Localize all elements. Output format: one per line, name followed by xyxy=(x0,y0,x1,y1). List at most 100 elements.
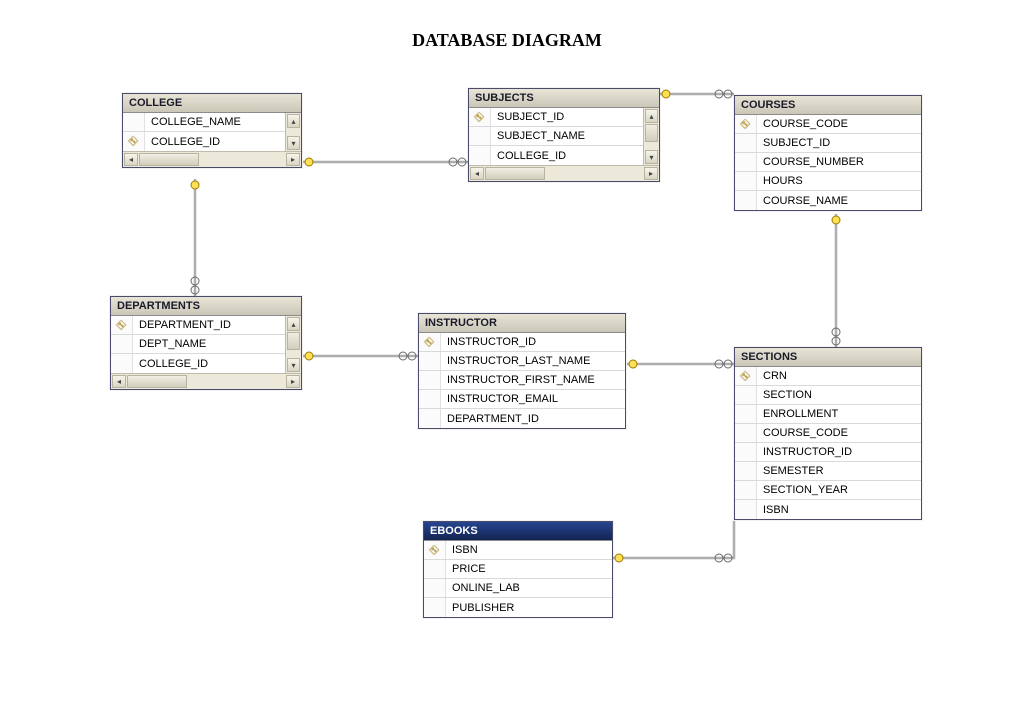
table-title-college[interactable]: COLLEGE xyxy=(123,94,301,113)
horizontal-scrollbar[interactable]: ◂ ▸ xyxy=(469,165,659,181)
column-name: SEMESTER xyxy=(757,465,830,477)
horizontal-scrollbar[interactable]: ◂ ▸ xyxy=(123,151,301,167)
scroll-thumb[interactable] xyxy=(127,375,187,388)
pk-cell xyxy=(123,113,145,131)
table-row[interactable]: ⚿COURSE_CODE xyxy=(735,115,921,134)
scroll-right-icon[interactable]: ▸ xyxy=(644,167,658,180)
column-name: SECTION xyxy=(757,389,818,401)
table-row[interactable]: COURSE_NAME xyxy=(735,191,921,210)
table-row[interactable]: SUBJECT_NAME xyxy=(469,127,643,146)
scroll-left-icon[interactable]: ◂ xyxy=(124,153,138,166)
table-row[interactable]: INSTRUCTOR_FIRST_NAME xyxy=(419,371,625,390)
table-row[interactable]: HOURS xyxy=(735,172,921,191)
table-row[interactable]: ⚿ISBN xyxy=(424,541,612,560)
vertical-scrollbar[interactable]: ▴ ▾ xyxy=(643,108,659,165)
table-title-departments[interactable]: DEPARTMENTS xyxy=(111,297,301,316)
table-subjects[interactable]: SUBJECTS ⚿ SUBJECT_ID SUBJECT_NAME COLLE… xyxy=(468,88,660,182)
vertical-scrollbar[interactable]: ▴ ▾ xyxy=(285,113,301,151)
table-row[interactable]: ⚿ SUBJECT_ID xyxy=(469,108,643,127)
table-row[interactable]: INSTRUCTOR_EMAIL xyxy=(419,390,625,409)
pk-cell xyxy=(424,598,446,617)
column-name: PUBLISHER xyxy=(446,602,520,614)
pk-cell: ⚿ xyxy=(735,367,757,385)
scroll-left-icon[interactable]: ◂ xyxy=(470,167,484,180)
column-name: INSTRUCTOR_FIRST_NAME xyxy=(441,374,601,386)
table-row[interactable]: PUBLISHER xyxy=(424,598,612,617)
pk-cell xyxy=(735,481,757,499)
scroll-left-icon[interactable]: ◂ xyxy=(112,375,126,388)
table-row[interactable]: SECTION_YEAR xyxy=(735,481,921,500)
key-icon: ⚿ xyxy=(739,369,752,382)
table-row[interactable]: ⚿ DEPARTMENT_ID xyxy=(111,316,285,335)
column-name: COLLEGE_ID xyxy=(145,136,226,148)
table-row[interactable]: ISBN xyxy=(735,500,921,519)
scroll-right-icon[interactable]: ▸ xyxy=(286,153,300,166)
table-ebooks[interactable]: EBOOKS ⚿ISBN PRICE ONLINE_LAB PUBLISHER xyxy=(423,521,613,618)
scroll-down-icon[interactable]: ▾ xyxy=(287,136,300,150)
pk-cell: ⚿ xyxy=(123,132,145,151)
table-title-courses[interactable]: COURSES xyxy=(735,96,921,115)
table-sections[interactable]: SECTIONS ⚿ CRN SECTION ENROLLMENT COURSE_… xyxy=(734,347,922,520)
pk-cell xyxy=(419,409,441,428)
scroll-up-icon[interactable]: ▴ xyxy=(645,109,658,123)
table-row[interactable]: DEPARTMENT_ID xyxy=(419,409,625,428)
pk-cell xyxy=(735,405,757,423)
scroll-right-icon[interactable]: ▸ xyxy=(286,375,300,388)
vertical-scrollbar[interactable]: ▴ ▾ xyxy=(285,316,301,373)
scroll-thumb[interactable] xyxy=(139,153,199,166)
table-title-subjects[interactable]: SUBJECTS xyxy=(469,89,659,108)
horizontal-scrollbar[interactable]: ◂ ▸ xyxy=(111,373,301,389)
column-name: DEPARTMENT_ID xyxy=(133,319,237,331)
table-row[interactable]: INSTRUCTOR_LAST_NAME xyxy=(419,352,625,371)
table-title-instructor[interactable]: INSTRUCTOR xyxy=(419,314,625,333)
table-departments[interactable]: DEPARTMENTS ⚿ DEPARTMENT_ID DEPT_NAME COL… xyxy=(110,296,302,390)
column-name: COLLEGE_NAME xyxy=(145,116,247,128)
table-instructor[interactable]: INSTRUCTOR ⚿INSTRUCTOR_ID INSTRUCTOR_LAS… xyxy=(418,313,626,429)
pk-cell xyxy=(735,172,757,190)
scroll-down-icon[interactable]: ▾ xyxy=(287,358,300,372)
table-row[interactable]: COLLEGE_ID xyxy=(469,146,643,165)
table-row[interactable]: COLLEGE_ID xyxy=(111,354,285,373)
pk-cell xyxy=(424,560,446,578)
scroll-up-icon[interactable]: ▴ xyxy=(287,114,300,128)
scroll-thumb[interactable] xyxy=(645,124,658,142)
column-name: COURSE_CODE xyxy=(757,118,854,130)
table-row[interactable]: COLLEGE_NAME xyxy=(123,113,285,132)
table-row[interactable]: COURSE_CODE xyxy=(735,424,921,443)
pk-cell xyxy=(735,462,757,480)
scroll-thumb[interactable] xyxy=(287,332,300,350)
scroll-thumb[interactable] xyxy=(485,167,545,180)
table-row[interactable]: SEMESTER xyxy=(735,462,921,481)
pk-cell: ⚿ xyxy=(419,333,441,351)
table-row[interactable]: SUBJECT_ID xyxy=(735,134,921,153)
pk-cell xyxy=(111,354,133,373)
column-name: INSTRUCTOR_ID xyxy=(757,446,858,458)
table-row[interactable]: ONLINE_LAB xyxy=(424,579,612,598)
table-row[interactable]: SECTION xyxy=(735,386,921,405)
pk-cell xyxy=(424,579,446,597)
table-title-sections[interactable]: SECTIONS xyxy=(735,348,921,367)
table-title-ebooks[interactable]: EBOOKS xyxy=(424,522,612,541)
pk-cell: ⚿ xyxy=(469,108,491,126)
column-name: CRN xyxy=(757,370,793,382)
table-courses[interactable]: COURSES ⚿COURSE_CODE SUBJECT_ID COURSE_N… xyxy=(734,95,922,211)
table-row[interactable]: ⚿ COLLEGE_ID xyxy=(123,132,285,151)
pk-cell: ⚿ xyxy=(424,541,446,559)
table-row[interactable]: ⚿ CRN xyxy=(735,367,921,386)
scroll-up-icon[interactable]: ▴ xyxy=(287,317,300,331)
table-college[interactable]: COLLEGE COLLEGE_NAME ⚿ COLLEGE_ID ▴ ▾ ◂ … xyxy=(122,93,302,168)
table-row[interactable]: ENROLLMENT xyxy=(735,405,921,424)
table-row[interactable]: INSTRUCTOR_ID xyxy=(735,443,921,462)
column-name: ONLINE_LAB xyxy=(446,582,526,594)
pk-cell: ⚿ xyxy=(735,115,757,133)
column-name: COURSE_NUMBER xyxy=(757,156,870,168)
key-icon: ⚿ xyxy=(115,318,128,331)
column-name: COURSE_NAME xyxy=(757,195,854,207)
table-row[interactable]: ⚿INSTRUCTOR_ID xyxy=(419,333,625,352)
scroll-down-icon[interactable]: ▾ xyxy=(645,150,658,164)
table-row[interactable]: PRICE xyxy=(424,560,612,579)
column-name: SUBJECT_ID xyxy=(757,137,836,149)
table-row[interactable]: COURSE_NUMBER xyxy=(735,153,921,172)
column-name: INSTRUCTOR_EMAIL xyxy=(441,393,564,405)
table-row[interactable]: DEPT_NAME xyxy=(111,335,285,354)
